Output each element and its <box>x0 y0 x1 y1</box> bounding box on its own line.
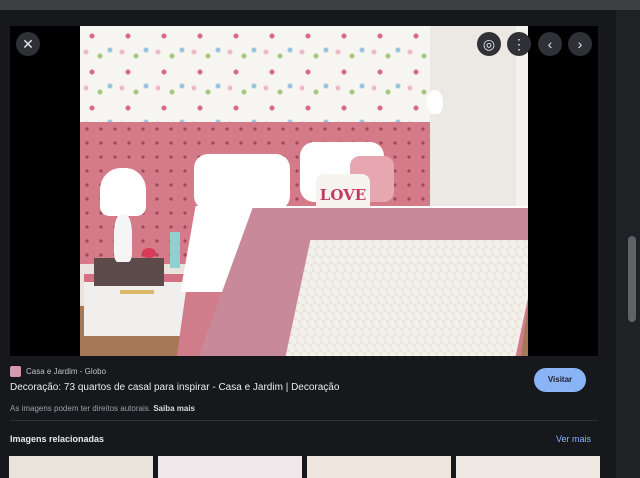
floral-wallpaper <box>80 26 430 126</box>
related-image-thumbnail[interactable] <box>307 456 451 478</box>
lamp-shade <box>100 168 146 216</box>
right-wall <box>430 26 528 236</box>
image-title-link[interactable]: Decoração: 73 quartos de casal para insp… <box>10 382 339 393</box>
google-lens-icon: ◎ <box>482 36 496 52</box>
chevron-right-icon: › <box>577 36 583 52</box>
more-options-button[interactable]: ⋮ <box>507 32 531 56</box>
learn-more-link[interactable]: Saiba mais <box>153 404 195 413</box>
lens-button[interactable]: ◎ <box>477 32 501 56</box>
close-icon: ✕ <box>22 36 34 52</box>
previous-button[interactable]: ‹ <box>538 32 562 56</box>
pillow <box>194 154 290 210</box>
more-vert-icon: ⋮ <box>512 36 526 52</box>
next-button[interactable]: › <box>568 32 592 56</box>
drawer-handle <box>120 290 154 294</box>
chevron-left-icon: ‹ <box>547 36 553 52</box>
close-button[interactable]: ✕ <box>16 32 40 56</box>
copyright-text: As imagens podem ter direitos autorais. <box>10 404 151 413</box>
lamp-base <box>114 214 132 262</box>
site-favicon-icon <box>10 365 21 377</box>
source-row[interactable]: Casa e Jardim - Globo <box>10 364 106 378</box>
vase <box>170 232 180 268</box>
divider <box>10 420 598 421</box>
related-image-thumbnail[interactable] <box>456 456 600 478</box>
flower <box>142 248 156 258</box>
source-label: Casa e Jardim - Globo <box>26 366 107 376</box>
copyright-notice: As imagens podem ter direitos autorais. … <box>10 404 195 413</box>
visit-button[interactable]: Visitar <box>534 368 586 392</box>
related-image-thumbnail[interactable] <box>158 456 302 478</box>
see-more-link[interactable]: Ver mais <box>556 434 591 444</box>
preview-image[interactable]: LOVE <box>80 26 528 356</box>
related-images-title: Imagens relacionadas <box>10 434 105 444</box>
books <box>94 258 164 286</box>
white-bedspread <box>285 240 528 356</box>
pendant-lamp <box>427 90 443 114</box>
scrollbar-thumb[interactable] <box>628 236 636 322</box>
top-bar <box>0 0 640 10</box>
related-image-thumbnail[interactable] <box>9 456 153 478</box>
